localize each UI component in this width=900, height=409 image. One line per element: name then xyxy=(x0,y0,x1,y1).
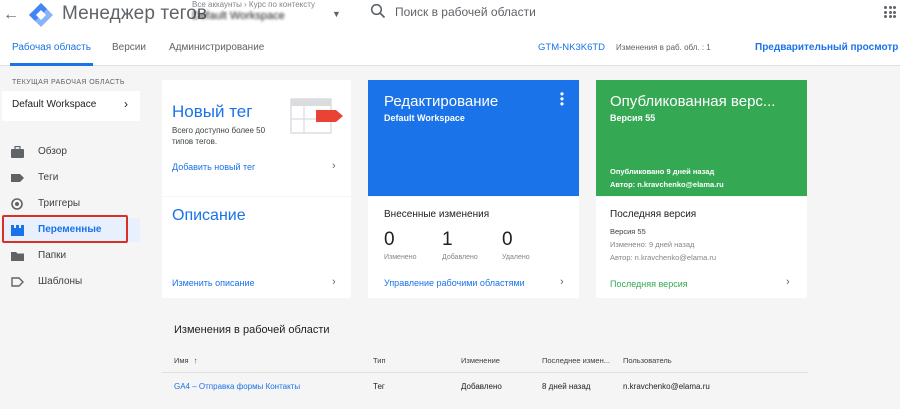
stat-added-value: 1 xyxy=(442,229,453,250)
sidebar-item-label: Триггеры xyxy=(38,198,81,209)
gtm-logo-icon xyxy=(29,3,53,27)
editing-workspace-name: Default Workspace xyxy=(384,113,465,123)
active-tab-indicator xyxy=(10,63,93,66)
sidebar-item-variables[interactable]: Переменные xyxy=(2,218,140,242)
stat-added-label: Добавлено xyxy=(442,254,478,261)
sidebar-item-overview[interactable]: Обзор xyxy=(2,140,140,164)
published-version: Версия 55 xyxy=(610,113,656,123)
back-arrow-icon[interactable]: ← xyxy=(2,5,20,25)
new-tag-subtitle: Всего доступно более 50 типов тегов. xyxy=(172,126,266,146)
trigger-icon xyxy=(11,198,23,210)
published-author: Автор: n.kravchenko@elama.ru xyxy=(610,180,724,189)
tab-versions[interactable]: Версии xyxy=(112,42,146,53)
sidebar-item-templates[interactable]: Шаблоны xyxy=(2,270,140,294)
chevron-right-icon[interactable]: › xyxy=(560,276,564,288)
latest-version-number: Версия 55 xyxy=(610,227,646,236)
current-workspace-label: ТЕКУЩАЯ РАБОЧАЯ ОБЛАСТЬ xyxy=(12,79,125,86)
preview-button[interactable]: Предварительный просмотр xyxy=(755,42,898,53)
app-title: Менеджер тегов xyxy=(62,3,208,24)
more-vert-icon[interactable]: • • • xyxy=(558,88,566,110)
search-icon xyxy=(370,3,386,19)
tab-bar: Рабочая область Версии Администрирование… xyxy=(0,32,900,66)
account-workspace-name: Default Workspace xyxy=(192,10,285,22)
sidebar-item-label: Папки xyxy=(38,250,67,261)
changes-title: Внесенные изменения xyxy=(384,209,490,220)
row-type: Тег xyxy=(373,382,385,391)
column-header-type: Тип xyxy=(373,356,386,365)
editing-title: Редактирование xyxy=(384,93,499,110)
row-name[interactable]: GA4 – Отправка формы Контакты xyxy=(174,382,300,391)
sidebar: ТЕКУЩАЯ РАБОЧАЯ ОБЛАСТЬ Default Workspac… xyxy=(0,67,140,409)
column-header-name-label: Имя xyxy=(174,356,189,365)
top-app-bar: ← Менеджер тегов Все аккаунты › Курс по … xyxy=(0,0,900,32)
description-card: Описание Изменить описание › xyxy=(162,197,351,298)
template-icon xyxy=(11,277,24,287)
chevron-right-icon[interactable]: › xyxy=(332,160,336,172)
column-header-user: Пользователь xyxy=(623,356,672,365)
sidebar-item-label: Теги xyxy=(38,172,59,183)
chevron-right-icon[interactable]: › xyxy=(786,276,790,288)
new-tag-illustration-icon xyxy=(290,98,343,134)
changes-card: Внесенные изменения 0 Изменено 1 Добавле… xyxy=(368,197,579,298)
variables-icon xyxy=(11,225,24,236)
stat-deleted: 0 Удалено xyxy=(502,229,530,261)
latest-version-author: Автор: n.kravchenko@elama.ru xyxy=(610,253,717,262)
apps-grid-icon[interactable] xyxy=(884,6,896,18)
caret-down-icon: ▼ xyxy=(332,9,341,19)
account-workspace-selector[interactable]: Все аккаунты › Курс по контексту Default… xyxy=(192,0,342,30)
tag-icon xyxy=(11,174,24,182)
published-ago: Опубликовано 9 дней назад xyxy=(610,167,715,176)
stat-deleted-value: 0 xyxy=(502,229,513,250)
sidebar-item-label: Переменные xyxy=(38,224,102,235)
sidebar-item-label: Обзор xyxy=(38,146,67,157)
row-change: Добавлено xyxy=(461,382,502,391)
search-placeholder: Поиск в рабочей области xyxy=(395,5,536,19)
latest-version-card: Последняя версия Версия 55 Изменено: 9 д… xyxy=(596,197,807,298)
table-divider xyxy=(162,372,808,373)
column-header-change: Изменение xyxy=(461,356,500,365)
account-breadcrumb: Все аккаунты › Курс по контексту xyxy=(192,0,316,9)
stat-modified: 0 Изменено xyxy=(384,229,416,261)
row-last-changed: 8 дней назад xyxy=(542,382,591,391)
workspace-changes-title: Изменения в рабочей области xyxy=(174,324,330,336)
search-input[interactable]: Поиск в рабочей области xyxy=(368,2,628,24)
workspace-selector-name: Default Workspace xyxy=(12,99,97,110)
tab-workspace[interactable]: Рабочая область xyxy=(12,42,91,53)
tab-admin[interactable]: Администрирование xyxy=(169,42,264,53)
sidebar-item-label: Шаблоны xyxy=(38,276,83,287)
sidebar-item-tags[interactable]: Теги xyxy=(2,166,140,190)
manage-workspaces-link[interactable]: Управление рабочими областями xyxy=(384,278,525,288)
column-header-last-changed: Последнее измен... xyxy=(542,356,610,365)
latest-version-changed: Изменено: 9 дней назад xyxy=(610,240,695,249)
new-tag-title[interactable]: Новый тег xyxy=(172,102,252,122)
editing-workspace-card[interactable]: Редактирование Default Workspace • • • xyxy=(368,80,579,196)
published-title: Опубликованная верс... xyxy=(610,93,776,110)
stat-added: 1 Добавлено xyxy=(442,229,478,261)
sidebar-item-folders[interactable]: Папки xyxy=(2,244,140,268)
latest-version-title: Последняя версия xyxy=(610,209,697,220)
briefcase-icon xyxy=(11,146,24,158)
chevron-right-icon: › xyxy=(124,97,128,111)
edit-description-link[interactable]: Изменить описание xyxy=(172,278,255,288)
folder-icon xyxy=(11,252,24,261)
new-tag-card: Новый тег Всего доступно более 50 типов … xyxy=(162,80,351,196)
stat-modified-value: 0 xyxy=(384,229,395,250)
stat-modified-label: Изменено xyxy=(384,254,417,261)
workspace-selector[interactable]: Default Workspace › xyxy=(2,91,140,121)
row-user: n.kravchenko@elama.ru xyxy=(623,382,710,391)
latest-version-link[interactable]: Последняя версия xyxy=(610,279,688,289)
sort-up-arrow-icon: ↑ xyxy=(193,356,198,365)
add-new-tag-link[interactable]: Добавить новый тег xyxy=(172,162,255,172)
container-id[interactable]: GTM-NK3K6TD xyxy=(538,42,605,53)
workspace-changes-count: Изменения в раб. обл. : 1 xyxy=(616,43,711,52)
chevron-right-icon[interactable]: › xyxy=(332,276,336,288)
published-version-card[interactable]: Опубликованная верс... Версия 55 Опублик… xyxy=(596,80,807,196)
stat-deleted-label: Удалено xyxy=(502,254,530,261)
sidebar-item-triggers[interactable]: Триггеры xyxy=(2,192,140,216)
column-header-name[interactable]: Имя ↑ xyxy=(174,356,197,365)
description-title[interactable]: Описание xyxy=(172,207,246,225)
